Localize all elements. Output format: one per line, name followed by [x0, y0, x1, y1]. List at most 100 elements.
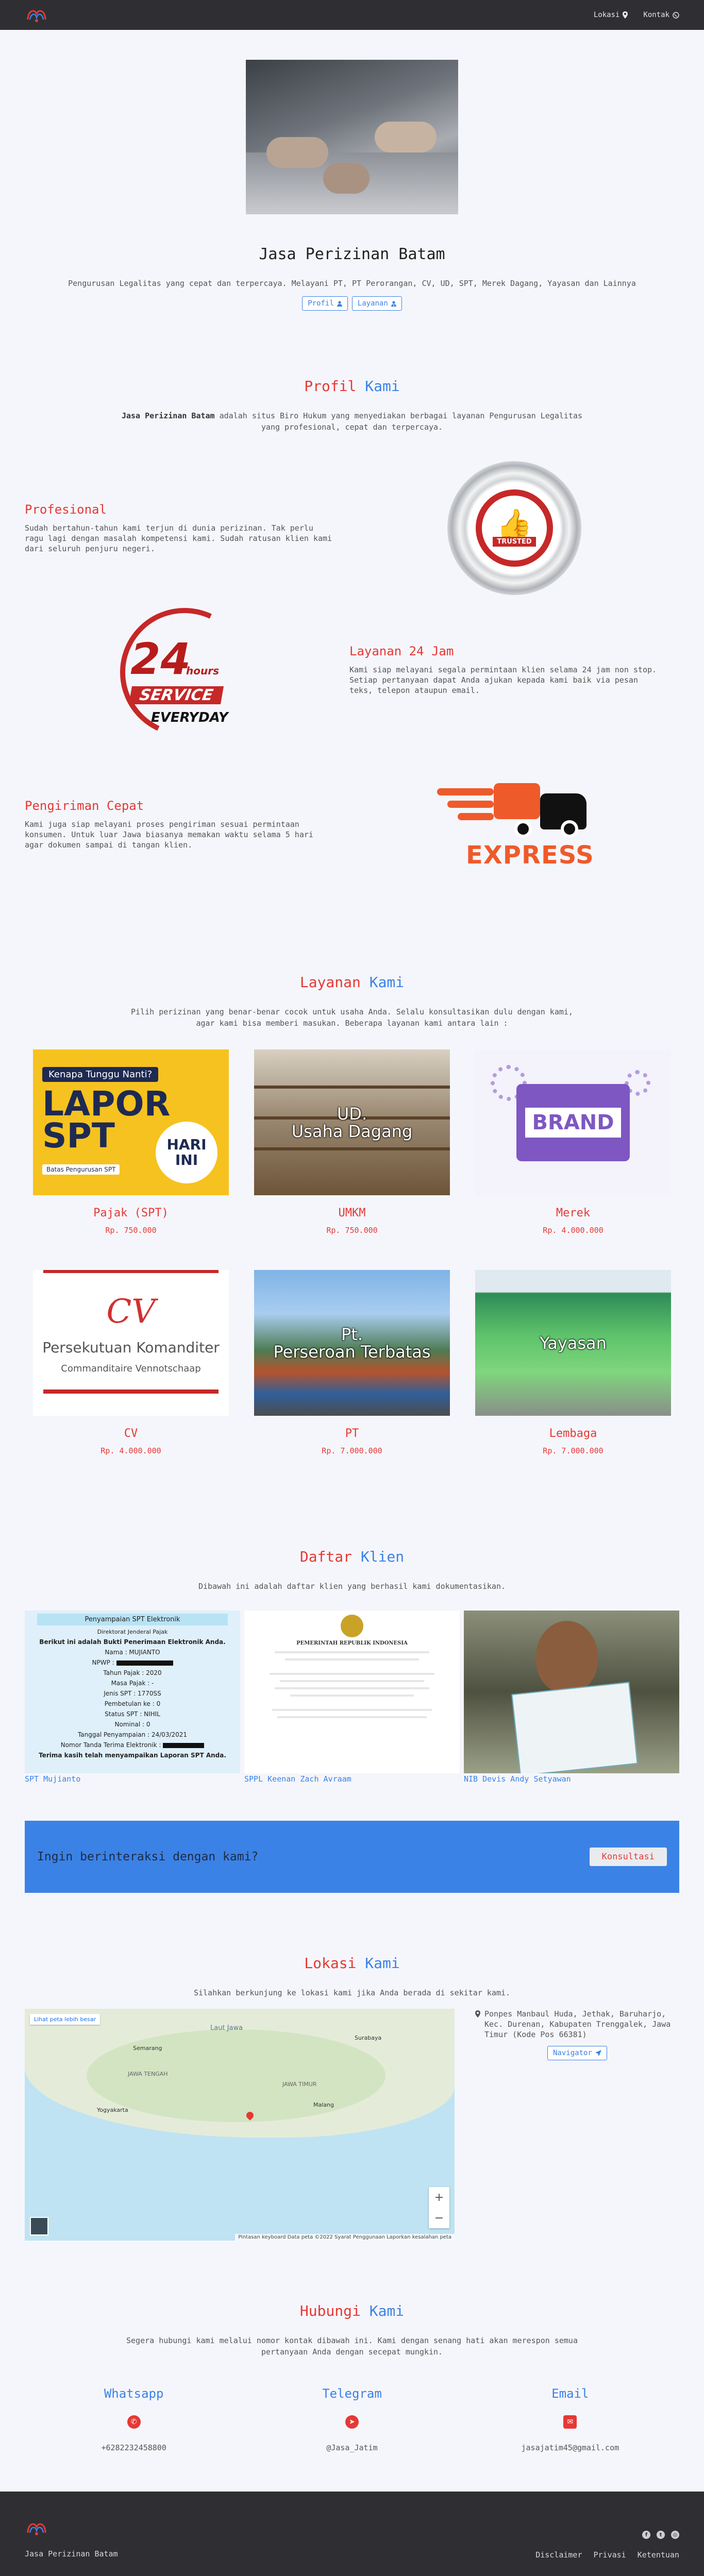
client-item[interactable]: Penyampaian SPT Elektronik Direktorat Je…	[25, 1611, 240, 1784]
envelope-icon[interactable]: ✉	[563, 2415, 577, 2429]
hubungi-title-a: Hubungi	[299, 2302, 361, 2319]
k1-row: Nominal : 0	[114, 1721, 150, 1728]
hubungi-title-b: Kami	[369, 2302, 405, 2319]
map-region: JAWA TENGAH	[128, 2071, 168, 2077]
instagram-icon[interactable]: ◎	[671, 2531, 679, 2539]
service-image-pt: Pt. Perseroan Terbatas	[254, 1270, 450, 1416]
contact-name: Whatsapp	[104, 2386, 164, 2401]
footer-right: f t ◎ Disclaimer Privasi Ketentuan	[535, 2531, 679, 2560]
trusted-badge-image: 👍 TRUSTED	[447, 461, 581, 595]
pt-overlay-line2: Perseroan Terbatas	[273, 1342, 431, 1362]
lokasi-title: Lokasi Kami	[0, 1955, 704, 1972]
layanan-title: Layanan Kami	[0, 974, 704, 991]
nav-kontak-label: Kontak	[643, 11, 669, 19]
footer-link-privasi[interactable]: Privasi	[594, 2550, 626, 2560]
map-sea-label: Laut Jawa	[210, 2024, 243, 2032]
social-links: f t ◎	[535, 2531, 679, 2539]
service-card-merek[interactable]: BRAND Merek Rp. 4.000.000	[475, 1049, 671, 1235]
feature-text: Kami siap melayani segala permintaan kli…	[349, 665, 657, 695]
service-price: Rp. 7.000.000	[543, 1446, 604, 1455]
k1-sub: Direktorat Jenderal Pajak	[97, 1629, 168, 1635]
client-grid: Penyampaian SPT Elektronik Direktorat Je…	[0, 1611, 704, 1784]
navigator-button[interactable]: Navigator	[547, 2046, 607, 2060]
contact-telegram[interactable]: Telegram ➤ @Jasa_Jatim	[243, 2386, 461, 2452]
lokasi-title-b: Kami	[365, 1955, 400, 1972]
cta-banner: Ingin berinteraksi dengan kami? Konsulta…	[25, 1821, 679, 1893]
profil-button-label: Profil	[308, 299, 334, 308]
facebook-icon[interactable]: f	[642, 2531, 650, 2539]
service-card-umkm[interactable]: UD. Usaha Dagang UMKM Rp. 750.000	[254, 1049, 450, 1235]
service-card-spt[interactable]: Kenapa Tunggu Nanti? LAPOR SPT HARI INI …	[33, 1049, 229, 1235]
brand-logo[interactable]	[25, 6, 48, 24]
contact-value[interactable]: +6282232458800	[25, 2443, 243, 2452]
footer-link-ketentuan[interactable]: Ketentuan	[638, 2550, 679, 2560]
feature-profesional: Profesional Sudah bertahun-tahun kami te…	[0, 461, 704, 595]
client-item[interactable]: PEMERINTAH REPUBLIK INDONESIA SPPL Keena…	[244, 1611, 460, 1784]
page-title: Jasa Perizinan Batam	[259, 245, 445, 263]
service-24-badge-image: 24 hours SERVICE EVERYDAY	[102, 589, 267, 755]
klien-description: Dibawah ini adalah daftar klien yang ber…	[198, 1582, 506, 1591]
profil-button[interactable]: Profil	[302, 296, 348, 311]
map-satellite-toggle[interactable]	[30, 2217, 48, 2235]
konsultasi-button[interactable]: Konsultasi	[589, 1848, 667, 1866]
service-card-cv[interactable]: CV Persekutuan Komanditer Commanditaire …	[33, 1270, 229, 1455]
contact-value[interactable]: @Jasa_Jatim	[243, 2443, 461, 2452]
whatsapp-icon	[673, 11, 679, 19]
contact-whatsapp[interactable]: Whatsapp ✆ +6282232458800	[25, 2386, 243, 2452]
nav-kontak-link[interactable]: Kontak	[643, 11, 679, 19]
contact-email[interactable]: Email ✉ jasajatim45@gmail.com	[461, 2386, 679, 2452]
cv-line2: Commanditaire Vennotschaap	[61, 1363, 201, 1374]
zoom-out-button[interactable]: −	[429, 2208, 449, 2228]
view-larger-map-link[interactable]: Lihat peta lebih besar	[30, 2014, 100, 2025]
footer-link-disclaimer[interactable]: Disclaimer	[535, 2550, 582, 2560]
k1-row: Masa Pajak : -	[111, 1680, 154, 1687]
k1-row: Nama : MUJIANTO	[105, 1649, 160, 1656]
service-card-pt[interactable]: Pt. Perseroan Terbatas PT Rp. 7.000.000	[254, 1270, 450, 1455]
nav-lokasi-link[interactable]: Lokasi	[594, 11, 628, 19]
profil-title: Profil Kami	[0, 378, 704, 395]
service-image-cv: CV Persekutuan Komanditer Commanditaire …	[33, 1270, 229, 1416]
service-image-umkm: UD. Usaha Dagang	[254, 1049, 450, 1195]
client-item[interactable]: NIB Devis Andy Setyawan	[464, 1611, 679, 1784]
k1-footer: Terima kasih telah menyampaikan Laporan …	[39, 1752, 226, 1759]
layanan-description: Pilih perizinan yang benar-benar cocok u…	[131, 1007, 573, 1028]
service-title: Merek	[556, 1207, 591, 1219]
map-city: Semarang	[133, 2045, 162, 2052]
zoom-in-button[interactable]: +	[429, 2187, 449, 2208]
spt-hari-ini: HARI INI	[156, 1122, 217, 1183]
layanan-title-a: Layanan	[299, 974, 361, 991]
footer-logo[interactable]	[25, 2519, 48, 2537]
telegram-icon[interactable]: ➤	[345, 2415, 359, 2429]
nav-lokasi-label: Lokasi	[593, 11, 620, 19]
client-caption: SPPL Keenan Zach Avraam	[244, 1774, 351, 1784]
layanan-title-b: Kami	[369, 974, 405, 991]
whatsapp-icon[interactable]: ✆	[127, 2415, 141, 2429]
service-price: Rp. 750.000	[326, 1226, 378, 1235]
k1-head: Penyampaian SPT Elektronik	[37, 1614, 228, 1625]
google-map[interactable]: Lihat peta lebih besar Laut Jawa Semaran…	[25, 2009, 455, 2241]
feature-title: Pengiriman Cepat	[25, 799, 144, 813]
client-image-spt: Penyampaian SPT Elektronik Direktorat Je…	[25, 1611, 240, 1773]
k1-row: Jenis SPT : 1770SS	[104, 1690, 161, 1697]
client-caption: NIB Devis Andy Setyawan	[464, 1774, 571, 1784]
feature-pengiriman: Pengiriman Cepat Kami juga siap melayani…	[0, 747, 704, 902]
map-city: Surabaya	[355, 2035, 382, 2041]
service-word: SERVICE	[128, 686, 224, 704]
service-card-lembaga[interactable]: Yayasan Lembaga Rp. 7.000.000	[475, 1270, 671, 1455]
navigator-label: Navigator	[553, 2049, 592, 2057]
map-city: Malang	[313, 2102, 334, 2108]
layanan-button[interactable]: Layanan	[351, 296, 402, 311]
service-everyday: EVERYDAY	[151, 710, 228, 725]
hubungi-description: Segera hubungi kami melalui nomor kontak…	[126, 2336, 578, 2357]
thumbs-up-icon: 👍	[496, 507, 532, 541]
service-title: PT	[345, 1427, 359, 1440]
k1-row: Pembetulan ke : 0	[104, 1700, 161, 1707]
profil-desc-bold: Jasa Perizinan Batam	[121, 411, 215, 420]
hero-subtitle: Pengurusan Legalitas yang cepat dan terp…	[68, 279, 636, 288]
location-arrow-icon	[595, 2050, 601, 2056]
map-marker-icon	[475, 2010, 480, 2018]
brand-label: BRAND	[525, 1107, 622, 1138]
contact-value[interactable]: jasajatim45@gmail.com	[461, 2443, 679, 2452]
client-image-sppl: PEMERINTAH REPUBLIK INDONESIA	[244, 1611, 460, 1773]
twitter-icon[interactable]: t	[657, 2531, 665, 2539]
